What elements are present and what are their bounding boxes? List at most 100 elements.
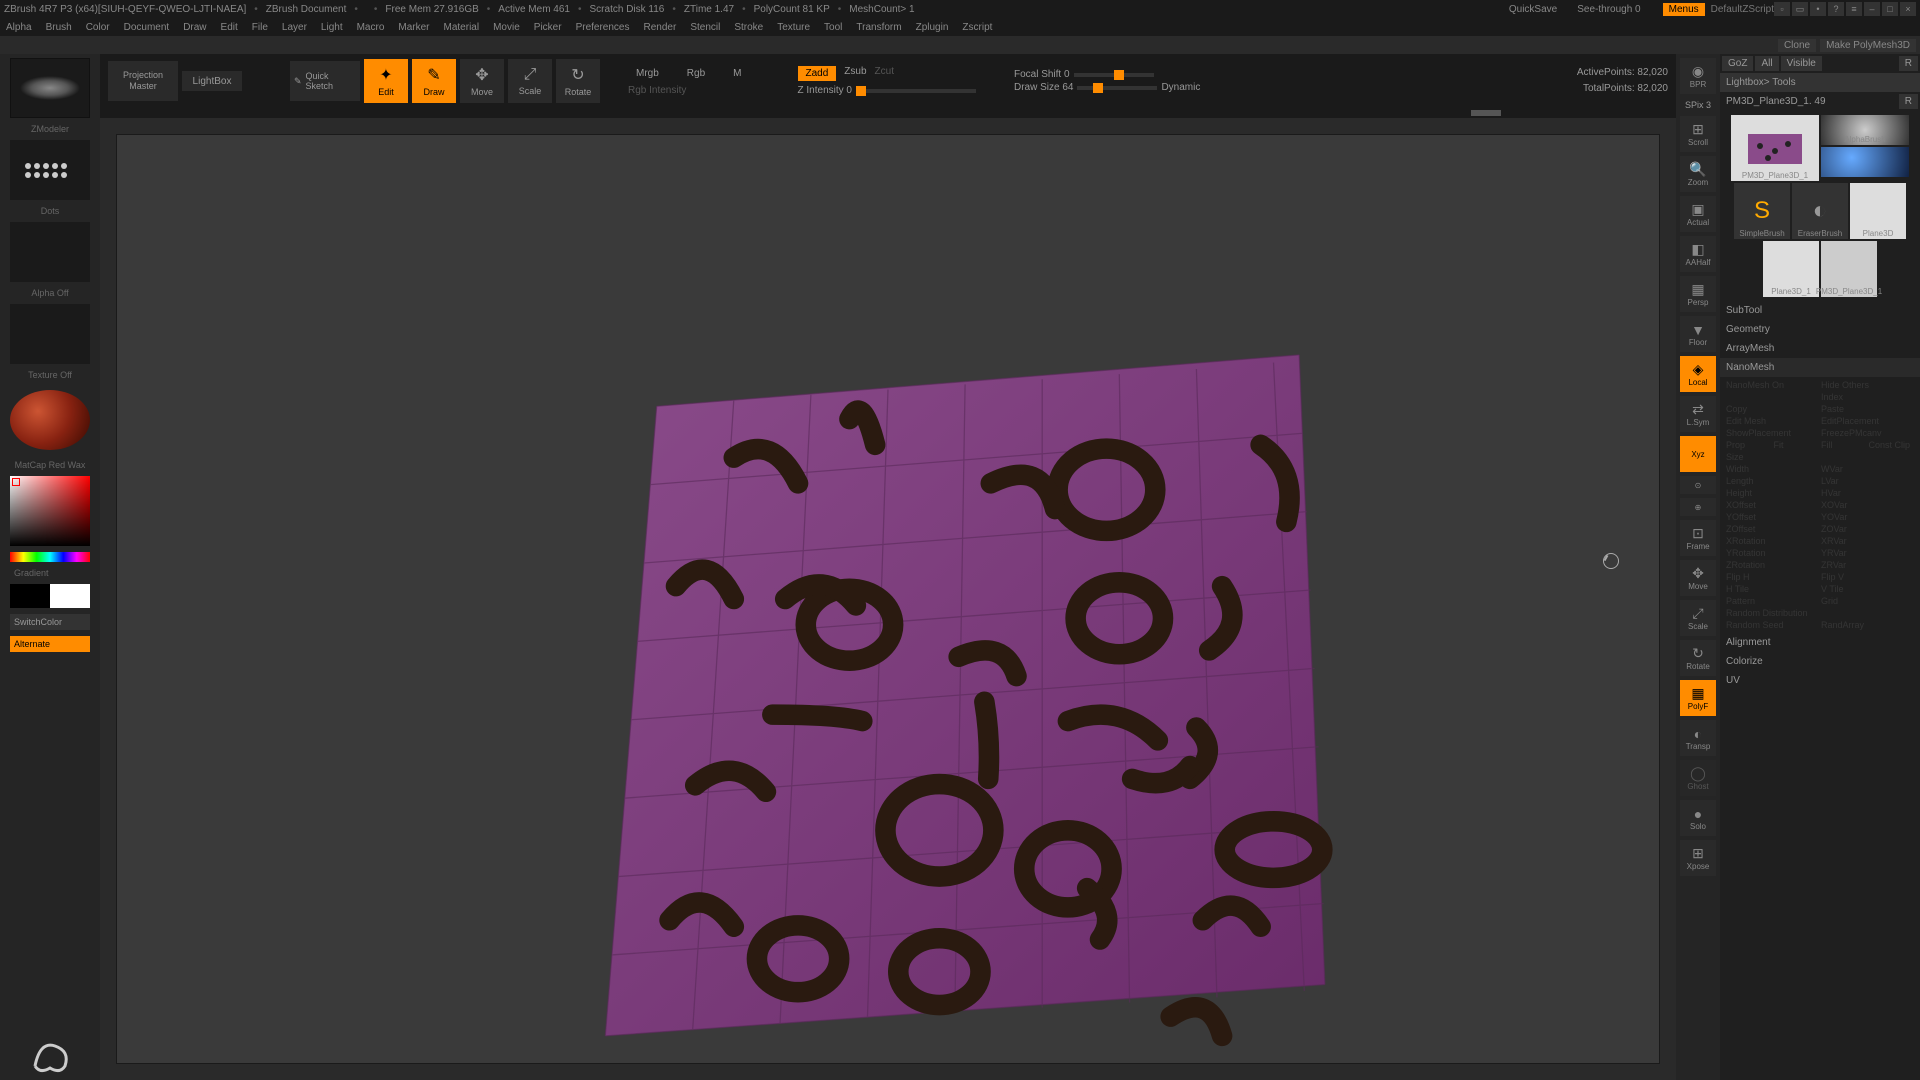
nano-copy[interactable]: Copy bbox=[1726, 404, 1819, 414]
geometry-section[interactable]: Geometry bbox=[1720, 320, 1920, 339]
nano-yrotation[interactable]: YRotation bbox=[1726, 548, 1819, 558]
nano-grid[interactable]: Grid bbox=[1821, 596, 1914, 606]
menu-zplugin[interactable]: Zplugin bbox=[916, 22, 949, 33]
nano-randarray[interactable]: RandArray bbox=[1821, 620, 1914, 630]
menu-tool[interactable]: Tool bbox=[824, 22, 842, 33]
xpose-button[interactable]: ⊞Xpose bbox=[1680, 840, 1716, 876]
nano-xrotation[interactable]: XRotation bbox=[1726, 536, 1819, 546]
nano-xoffset[interactable]: XOffset bbox=[1726, 500, 1819, 510]
menu-layer[interactable]: Layer bbox=[282, 22, 307, 33]
goz-visible-button[interactable]: Visible bbox=[1781, 56, 1822, 71]
help-icon[interactable]: ? bbox=[1828, 2, 1844, 16]
make-polymesh-button[interactable]: Make PolyMesh3D bbox=[1820, 39, 1916, 52]
pin-icon[interactable]: • bbox=[1810, 2, 1826, 16]
frame-button[interactable]: ⊡Frame bbox=[1680, 520, 1716, 556]
nano-htile[interactable]: H Tile bbox=[1726, 584, 1819, 594]
rgb-button[interactable]: Rgb bbox=[679, 66, 713, 81]
settings-icon[interactable]: ≡ bbox=[1846, 2, 1862, 16]
lightbox-button[interactable]: LightBox bbox=[182, 71, 242, 91]
rotate-3d-button[interactable]: ↻Rotate bbox=[1680, 640, 1716, 676]
r-button[interactable]: R bbox=[1899, 56, 1918, 71]
nano-freezepm[interactable]: FreezePMcanv bbox=[1821, 428, 1914, 438]
nano-prop[interactable]: Prop bbox=[1726, 440, 1772, 450]
menu-material[interactable]: Material bbox=[444, 22, 480, 33]
alignment-section[interactable]: Alignment bbox=[1720, 633, 1920, 652]
menu-edit[interactable]: Edit bbox=[221, 22, 238, 33]
local-button[interactable]: ◈Local bbox=[1680, 356, 1716, 392]
tool-thumb-alphabrush[interactable]: AlphaBrush bbox=[1821, 115, 1909, 145]
tool-thumb-current[interactable]: PM3D_Plane3D_1 bbox=[1731, 115, 1819, 181]
nano-constclip[interactable]: Const Clip bbox=[1869, 440, 1915, 450]
menu-preferences[interactable]: Preferences bbox=[576, 22, 630, 33]
nano-flipv[interactable]: Flip V bbox=[1821, 572, 1914, 582]
canvas-3d[interactable] bbox=[117, 135, 1659, 1063]
zadd-button[interactable]: Zadd bbox=[798, 66, 837, 81]
texture-selector[interactable] bbox=[10, 304, 90, 364]
menu-stencil[interactable]: Stencil bbox=[690, 22, 720, 33]
arraymesh-section[interactable]: ArrayMesh bbox=[1720, 339, 1920, 358]
xyz-button[interactable]: Xyz bbox=[1680, 436, 1716, 472]
switchcolor-button[interactable]: SwitchColor bbox=[10, 614, 90, 630]
nano-pattern[interactable]: Pattern bbox=[1726, 596, 1819, 606]
nano-zrotation[interactable]: ZRotation bbox=[1726, 560, 1819, 570]
floor-button[interactable]: ▼Floor bbox=[1680, 316, 1716, 352]
edit-mode-button[interactable]: ✦Edit bbox=[364, 59, 408, 103]
alternate-button[interactable]: Alternate bbox=[10, 636, 90, 652]
zcut-button[interactable]: Zcut bbox=[875, 66, 894, 81]
y-axis-button[interactable]: ⊙ bbox=[1680, 476, 1716, 494]
uv-section[interactable]: UV bbox=[1720, 671, 1920, 690]
tool-thumb-simplebrush[interactable]: SSimpleBrush bbox=[1734, 183, 1790, 239]
menu-transform[interactable]: Transform bbox=[856, 22, 901, 33]
tool-thumb-plane3d[interactable]: Plane3D bbox=[1850, 183, 1906, 239]
ghost-button[interactable]: ◯Ghost bbox=[1680, 760, 1716, 796]
goz-all-button[interactable]: All bbox=[1755, 56, 1778, 71]
swatch-black[interactable] bbox=[10, 584, 50, 608]
z-axis-button[interactable]: ⊕ bbox=[1680, 498, 1716, 516]
menu-macro[interactable]: Macro bbox=[357, 22, 385, 33]
lightbox-tools-header[interactable]: Lightbox> Tools bbox=[1720, 73, 1920, 92]
move-mode-button[interactable]: ✥Move bbox=[460, 59, 504, 103]
nano-fliph[interactable]: Flip H bbox=[1726, 572, 1819, 582]
bpr-button[interactable]: ◉BPR bbox=[1680, 58, 1716, 94]
quicksketch-button[interactable]: ✎ Quick Sketch bbox=[290, 61, 360, 101]
menu-texture[interactable]: Texture bbox=[777, 22, 810, 33]
horizontal-scrollbar[interactable] bbox=[100, 108, 1676, 118]
stroke-preview[interactable] bbox=[10, 140, 90, 200]
menu-color[interactable]: Color bbox=[86, 22, 110, 33]
hue-slider[interactable] bbox=[10, 552, 90, 562]
brush-preview[interactable] bbox=[10, 58, 90, 118]
m-button[interactable]: M bbox=[725, 66, 749, 81]
nano-yrvar[interactable]: YRVar bbox=[1821, 548, 1914, 558]
colorize-section[interactable]: Colorize bbox=[1720, 652, 1920, 671]
nano-zoffset[interactable]: ZOffset bbox=[1726, 524, 1819, 534]
nano-editmesh[interactable]: Edit Mesh bbox=[1726, 416, 1819, 426]
clone-button[interactable]: Clone bbox=[1778, 39, 1816, 52]
nano-yovar[interactable]: YOVar bbox=[1821, 512, 1914, 522]
tool-thumb-spherebrush[interactable] bbox=[1821, 147, 1909, 177]
focal-shift-slider[interactable] bbox=[1074, 73, 1154, 77]
nano-randomseed[interactable]: Random Seed bbox=[1726, 620, 1819, 630]
nano-hvar[interactable]: HVar bbox=[1821, 488, 1914, 498]
menu-brush[interactable]: Brush bbox=[46, 22, 72, 33]
nano-index[interactable]: Index bbox=[1821, 392, 1914, 402]
focal-shift-label[interactable]: Focal Shift 0 bbox=[1014, 69, 1070, 80]
restore-icon[interactable]: ▫ bbox=[1774, 2, 1790, 16]
nano-vtile[interactable]: V Tile bbox=[1821, 584, 1914, 594]
hide-others[interactable]: Hide Others bbox=[1821, 380, 1914, 390]
menu-marker[interactable]: Marker bbox=[398, 22, 429, 33]
nano-height[interactable]: Height bbox=[1726, 488, 1819, 498]
polyf-button[interactable]: ▦PolyF bbox=[1680, 680, 1716, 716]
menu-document[interactable]: Document bbox=[124, 22, 170, 33]
quicksave-button[interactable]: QuickSave bbox=[1509, 4, 1557, 15]
nano-randomdist[interactable]: Random Distribution bbox=[1726, 608, 1914, 618]
goz-button[interactable]: GoZ bbox=[1722, 56, 1753, 71]
nanomesh-on[interactable]: NanoMesh On bbox=[1726, 380, 1819, 390]
nano-zrvar[interactable]: ZRVar bbox=[1821, 560, 1914, 570]
window-icon[interactable]: ▭ bbox=[1792, 2, 1808, 16]
zsub-button[interactable]: Zsub bbox=[844, 66, 866, 81]
material-selector[interactable] bbox=[10, 390, 90, 450]
nano-length[interactable]: Length bbox=[1726, 476, 1819, 486]
nano-editplacement[interactable]: EditPlacement bbox=[1821, 416, 1914, 426]
rgb-intensity-label[interactable]: Rgb Intensity bbox=[628, 85, 750, 96]
nano-wvar[interactable]: WVar bbox=[1821, 464, 1914, 474]
